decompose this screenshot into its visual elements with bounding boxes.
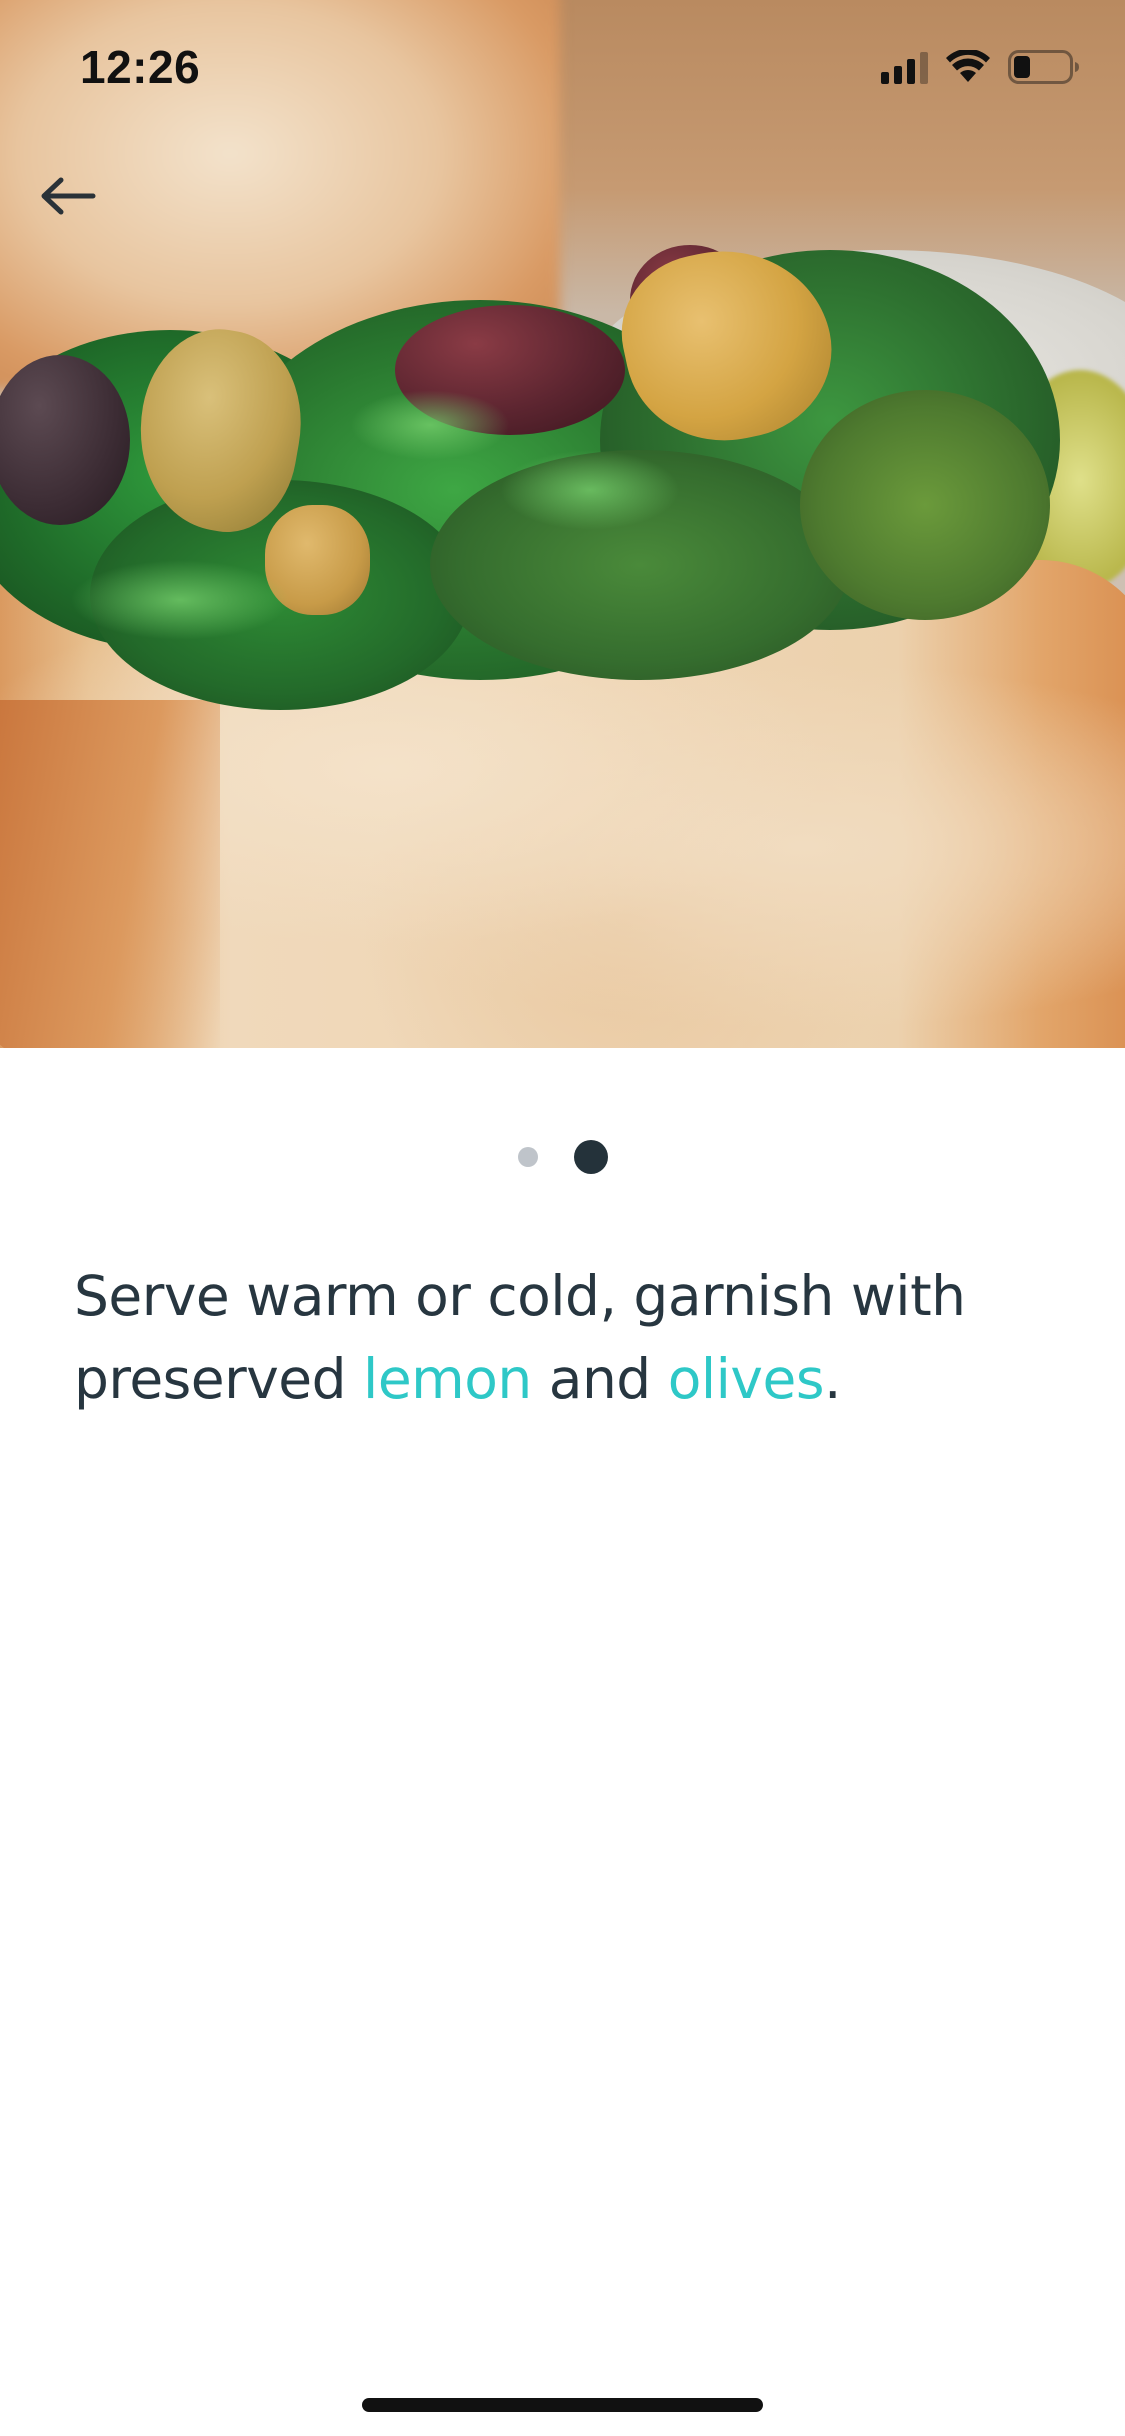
wifi-icon [946, 50, 990, 82]
pagination-dots [0, 1140, 1125, 1174]
arrow-left-icon [41, 177, 96, 215]
cellular-signal-icon [881, 50, 928, 84]
page-dot-1[interactable] [517, 1147, 538, 1167]
status-time: 12:26 [80, 41, 201, 93]
home-indicator[interactable] [362, 2398, 763, 2412]
recipe-step-screen: 12:26 Serve warm or cold, garnish with p… [0, 0, 1125, 2436]
instruction-part-2: and [531, 1347, 668, 1411]
battery-icon [1008, 50, 1079, 84]
battery-level [1014, 56, 1030, 78]
instruction-part-3: . [823, 1347, 841, 1411]
recipe-photo [0, 0, 1125, 1048]
back-button[interactable] [26, 154, 110, 238]
step-instruction-text: Serve warm or cold, garnish with preserv… [74, 1255, 1074, 1421]
page-dot-2-active[interactable] [573, 1140, 608, 1174]
ingredient-link-lemon[interactable]: lemon [363, 1347, 532, 1411]
status-icons [881, 50, 1080, 84]
status-bar: 12:26 [0, 0, 1125, 132]
ingredient-link-olives[interactable]: olives [668, 1347, 825, 1411]
